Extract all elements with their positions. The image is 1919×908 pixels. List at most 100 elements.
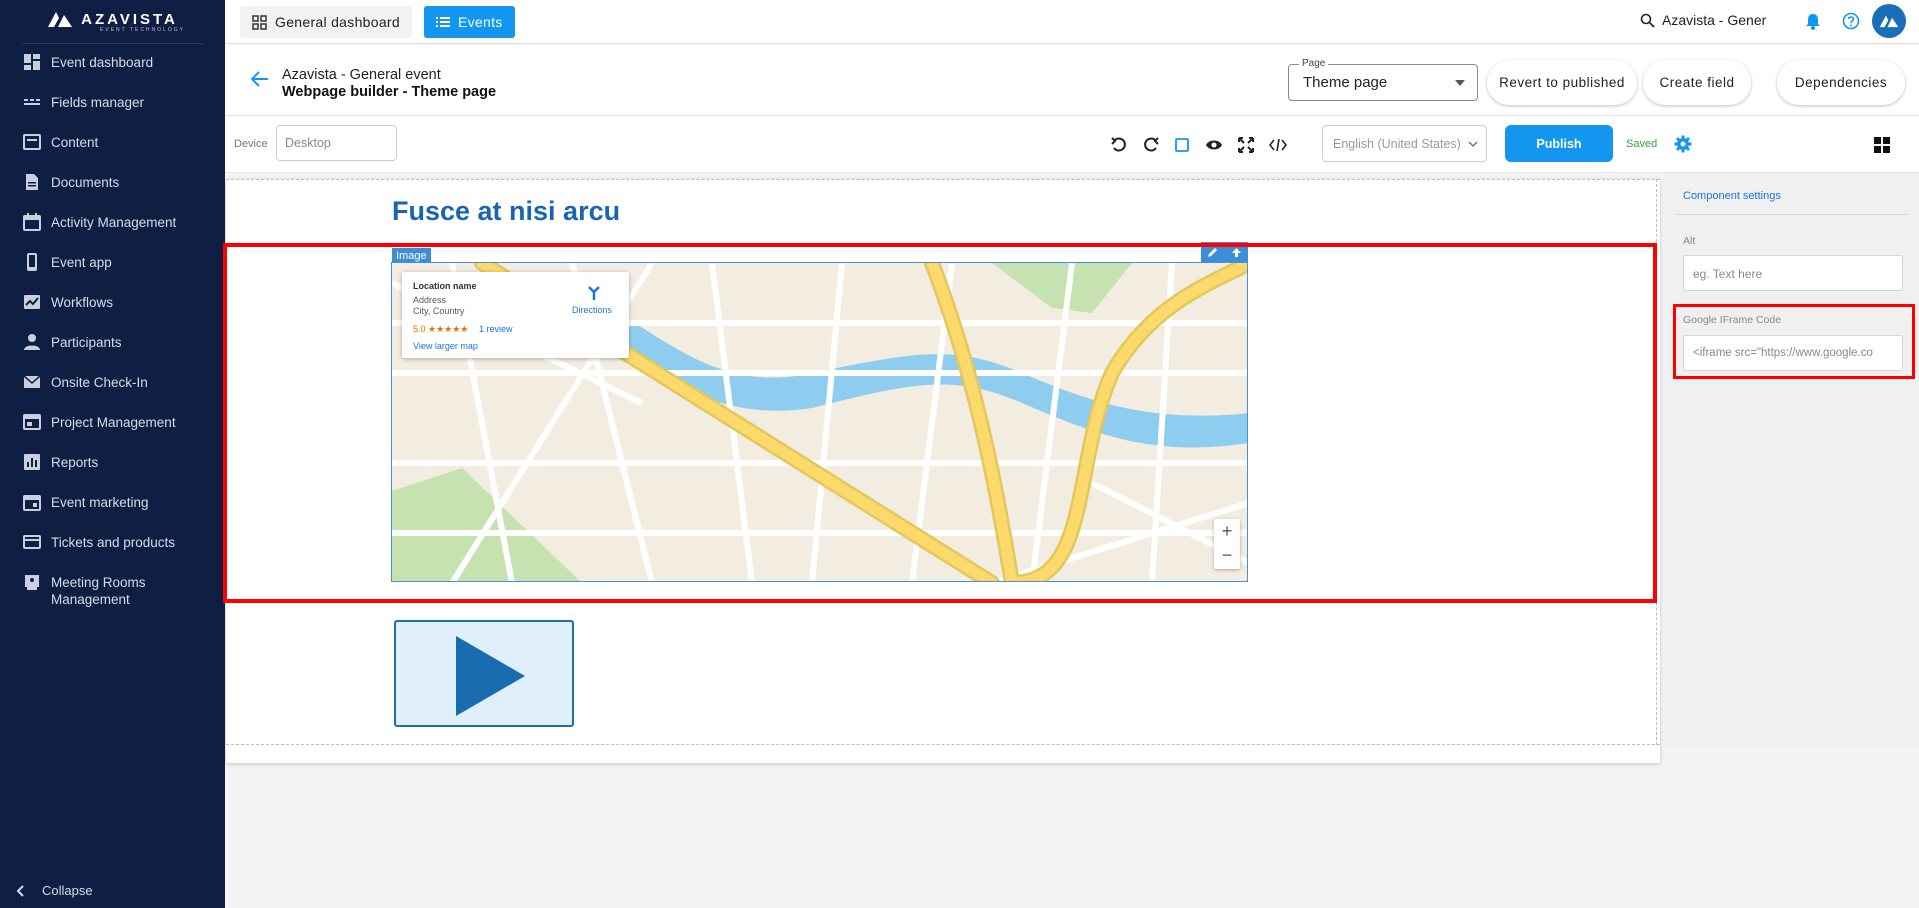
canvas-heading[interactable]: Fusce at nisi arcu — [392, 196, 620, 227]
component-settings-panel: Component settings Alt eg. Text here Goo… — [1665, 173, 1919, 748]
brand-logo[interactable]: AZAVISTA EVENT TECHNOLOGY — [22, 0, 203, 44]
back-arrow-icon[interactable] — [251, 71, 269, 87]
caret-down-icon — [1455, 80, 1465, 86]
phone-icon — [27, 253, 37, 271]
sidebar-item-label: Meeting Rooms Management — [51, 575, 146, 607]
document-icon — [26, 174, 38, 190]
gear-icon[interactable] — [1674, 135, 1692, 153]
sidebar-item-label: Event dashboard — [51, 55, 154, 70]
alt-label: Alt — [1683, 235, 1696, 247]
device-label: Device — [234, 138, 268, 150]
sidebar-item-label: Event marketing — [51, 495, 149, 510]
sidebar-item-project-management[interactable]: Project Management — [0, 414, 225, 454]
help-icon[interactable] — [1842, 12, 1860, 30]
top-bar: General dashboard Events Azavista - Gene… — [225, 0, 1919, 44]
sidebar-item-event-marketing[interactable]: Event marketing — [0, 494, 225, 534]
workflow-icon — [24, 295, 40, 309]
undo-icon[interactable] — [1110, 136, 1128, 154]
component-outline-icon[interactable] — [1173, 136, 1191, 154]
component-settings-title[interactable]: Component settings — [1683, 190, 1781, 202]
device-select[interactable]: Desktop — [276, 125, 397, 161]
brand-name: AZAVISTA — [81, 10, 178, 28]
sidebar-item-onsite-check-in[interactable]: Onsite Check-In — [0, 374, 225, 414]
sidebar-nav: Event dashboard Fields manager Content D… — [0, 54, 225, 630]
sidebar-item-event-app[interactable]: Event app — [0, 253, 225, 294]
event-title: Azavista - General event — [282, 67, 441, 83]
general-dashboard-label: General dashboard — [275, 14, 400, 30]
sidebar-item-label: Workflows — [51, 295, 114, 310]
page-select[interactable]: Page Theme page — [1288, 58, 1478, 101]
user-avatar[interactable] — [1872, 4, 1906, 38]
sidebar-item-label: Reports — [51, 455, 99, 470]
publish-button[interactable]: Publish — [1505, 125, 1613, 162]
builder-toolbar: Device Desktop English (United States) P… — [225, 116, 1919, 173]
language-value: English (United States) — [1333, 137, 1461, 151]
list-icon — [436, 17, 450, 27]
sidebar-item-content[interactable]: Content — [0, 134, 225, 174]
preview-eye-icon[interactable] — [1205, 136, 1223, 154]
search-icon — [1640, 13, 1655, 28]
alt-text-input[interactable]: eg. Text here — [1683, 255, 1903, 291]
redo-icon[interactable] — [1142, 136, 1160, 154]
mail-icon — [23, 375, 41, 388]
sidebar-item-event-dashboard[interactable]: Event dashboard — [0, 54, 225, 94]
sidebar: AZAVISTA EVENT TECHNOLOGY Event dashboar… — [0, 0, 225, 908]
collapse-button[interactable]: Collapse — [16, 883, 93, 898]
sidebar-item-label: Fields manager — [51, 95, 145, 110]
revert-to-published-button[interactable]: Revert to published — [1487, 60, 1637, 105]
dashboard-grid-icon — [252, 14, 267, 30]
meeting-room-icon — [25, 575, 39, 590]
create-field-button[interactable]: Create field — [1643, 60, 1751, 105]
play-icon — [456, 636, 525, 716]
event-search[interactable]: Azavista - Gener — [1640, 12, 1766, 28]
events-label: Events — [458, 14, 503, 30]
marketing-icon — [23, 495, 41, 511]
sidebar-item-label: Tickets and products — [51, 535, 176, 550]
content-icon — [23, 134, 41, 150]
sidebar-item-label: Activity Management — [51, 215, 177, 230]
sidebar-item-workflows[interactable]: Workflows — [0, 294, 225, 334]
video-component[interactable] — [394, 620, 574, 727]
chevron-left-icon — [16, 884, 24, 897]
page-select-value: Theme page — [1303, 74, 1388, 91]
sidebar-item-activity-management[interactable]: Activity Management — [0, 213, 225, 254]
iframe-field-highlight — [1673, 304, 1915, 379]
calendar-icon — [23, 213, 41, 231]
person-icon — [24, 334, 40, 350]
save-status: Saved — [1626, 138, 1658, 150]
panel-divider — [1675, 214, 1909, 215]
ticket-icon — [23, 535, 41, 549]
fields-icon — [24, 99, 40, 105]
chevron-down-icon — [1468, 141, 1478, 148]
collapse-label: Collapse — [42, 883, 93, 898]
dashboard-icon — [24, 54, 40, 70]
bell-icon[interactable] — [1805, 12, 1821, 30]
language-select[interactable]: English (United States) — [1322, 125, 1487, 162]
project-icon — [23, 414, 41, 430]
brand-tagline: EVENT TECHNOLOGY — [100, 27, 185, 33]
page-header: Azavista - General event Webpage builder… — [225, 45, 1919, 116]
blocks-grid-icon[interactable] — [1874, 137, 1890, 153]
search-text: Azavista - Gener — [1662, 12, 1767, 28]
sidebar-item-participants[interactable]: Participants — [0, 334, 225, 374]
general-dashboard-button[interactable]: General dashboard — [240, 6, 412, 38]
reports-icon — [24, 454, 40, 470]
sidebar-item-label: Participants — [51, 335, 122, 350]
sidebar-item-label: Project Management — [51, 415, 176, 430]
sidebar-item-reports[interactable]: Reports — [0, 454, 225, 494]
sidebar-item-fields-manager[interactable]: Fields manager — [0, 94, 225, 134]
section-divider — [226, 744, 1660, 745]
section-divider — [226, 179, 1660, 180]
sidebar-item-label: Documents — [51, 175, 120, 190]
sidebar-item-meeting-rooms[interactable]: Meeting Rooms Management — [0, 574, 225, 630]
azavista-avatar-icon — [1879, 15, 1899, 28]
events-button[interactable]: Events — [424, 6, 515, 38]
fullscreen-icon[interactable] — [1237, 136, 1255, 154]
sidebar-item-label: Onsite Check-In — [51, 375, 148, 390]
sidebar-item-tickets-and-products[interactable]: Tickets and products — [0, 534, 225, 574]
page-select-legend: Page — [1299, 58, 1329, 69]
sidebar-item-documents[interactable]: Documents — [0, 174, 225, 214]
dependencies-button[interactable]: Dependencies — [1777, 60, 1905, 105]
azavista-logo-icon — [48, 12, 73, 27]
code-icon[interactable] — [1269, 136, 1287, 154]
